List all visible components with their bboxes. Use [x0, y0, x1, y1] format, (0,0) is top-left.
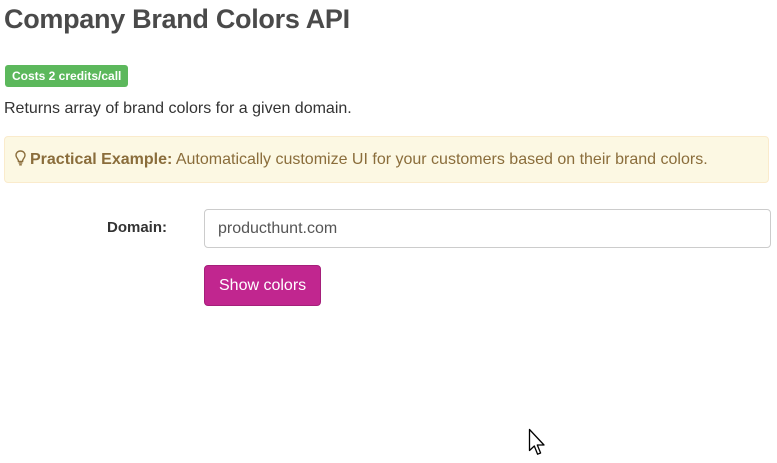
- domain-label: Domain:: [107, 219, 167, 236]
- domain-input[interactable]: [204, 209, 771, 248]
- page-title: Company Brand Colors API: [4, 4, 350, 34]
- show-colors-button[interactable]: Show colors: [204, 265, 322, 306]
- lightbulb-icon: [15, 150, 26, 166]
- example-label: Practical Example:: [30, 151, 173, 168]
- example-text: Automatically customize UI for your cust…: [172, 151, 708, 168]
- practical-example-alert: Practical Example: Automatically customi…: [4, 136, 769, 183]
- api-description: Returns array of brand colors for a give…: [4, 100, 352, 117]
- mouse-cursor-icon: [528, 428, 545, 455]
- cost-badge: Costs 2 credits/call: [5, 65, 129, 87]
